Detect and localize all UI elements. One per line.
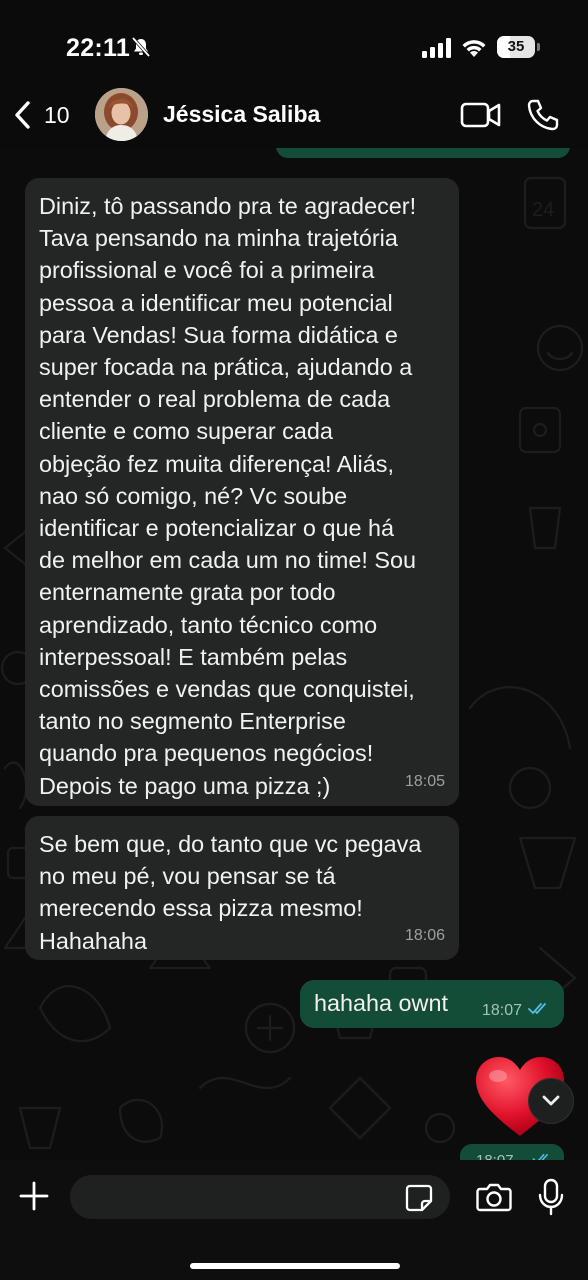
read-receipt-icon — [528, 1003, 546, 1015]
battery-icon: 35 — [497, 36, 535, 58]
avatar-image — [95, 88, 148, 141]
message-text: Se bem que, do tanto que vc pegava no me… — [39, 831, 422, 954]
battery-level: 35 — [507, 38, 525, 55]
message-time: 18:05 — [404, 772, 445, 790]
message-time: 18:07 — [481, 1002, 522, 1019]
incoming-message-bubble[interactable]: Diniz, tô passando pra te agradecer! Tav… — [25, 178, 459, 806]
incoming-message-bubble[interactable]: Se bem que, do tanto que vc pegava no me… — [25, 816, 459, 960]
avatar[interactable] — [95, 88, 148, 141]
status-bar: 22:11 35 — [0, 0, 588, 82]
contact-name[interactable]: Jéssica Saliba — [163, 101, 320, 128]
read-receipt-icon — [532, 1153, 548, 1160]
sticker-icon[interactable] — [405, 1184, 433, 1212]
message-time: 18:07 — [476, 1152, 514, 1160]
message-input[interactable] — [70, 1175, 450, 1219]
message-time: 18:06 — [404, 926, 445, 944]
outgoing-message-bubble[interactable]: hahaha ownt 18:07 — [300, 980, 564, 1028]
cellular-signal-icon — [422, 38, 451, 58]
bell-slash-icon — [131, 36, 151, 58]
message-composer — [0, 1160, 588, 1280]
back-button[interactable]: 10 — [10, 94, 70, 136]
svg-text:24: 24 — [532, 199, 554, 221]
previous-message-bubble — [276, 148, 570, 158]
camera-icon[interactable] — [476, 1182, 512, 1212]
plus-icon[interactable] — [18, 1180, 50, 1212]
video-call-icon[interactable] — [460, 100, 502, 130]
chevron-down-icon — [542, 1095, 560, 1106]
chat-area[interactable]: 24 Diniz, tô passando pra te agradecer! … — [0, 148, 588, 1160]
home-indicator — [190, 1263, 400, 1269]
chat-header: 10 Jéssica Saliba — [0, 82, 588, 148]
wifi-icon — [462, 40, 486, 57]
phone-icon[interactable] — [526, 98, 560, 132]
microphone-icon[interactable] — [538, 1178, 564, 1216]
battery-cap — [537, 43, 540, 51]
scroll-to-bottom-button[interactable] — [528, 1078, 574, 1124]
unread-count: 10 — [44, 101, 70, 128]
back-chevron-icon — [15, 101, 30, 129]
message-text: Diniz, tô passando pra te agradecer! Tav… — [39, 193, 417, 799]
status-time: 22:11 — [66, 34, 131, 62]
